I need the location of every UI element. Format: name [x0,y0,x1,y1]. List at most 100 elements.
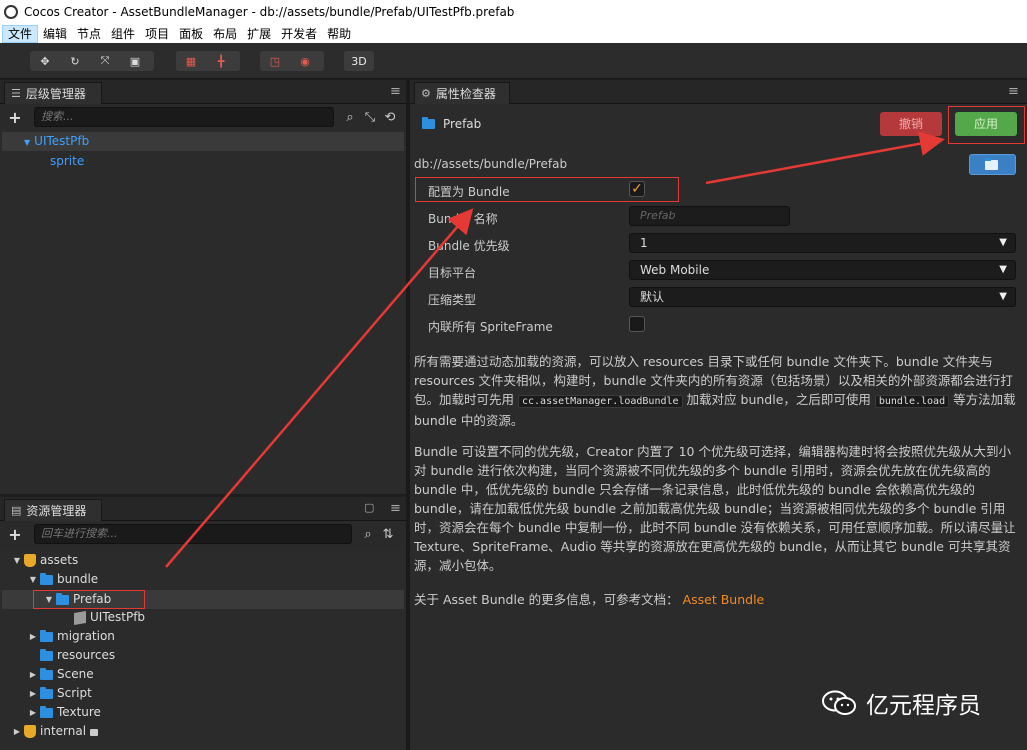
global-icon[interactable]: ╋ [206,51,236,71]
hierarchy-tree: ▼ UITestPfb sprite [0,130,406,494]
chevron-down-icon: ▼ [999,291,1007,302]
add-node-icon[interactable]: + [4,108,26,127]
folder-icon [40,705,53,718]
menu-panel[interactable]: 面板 [174,25,208,43]
hierarchy-tab-label: 层级管理器 [25,87,86,101]
menu-project[interactable]: 项目 [140,25,174,43]
compression-value: 默认 [640,290,665,304]
transform-tools: ✥ ↻ ⤧ ▣ [30,51,154,71]
assets-menu-icon[interactable]: ≡ [390,501,401,516]
platform-value: Web Mobile [640,263,710,277]
database-icon [24,725,36,738]
search-icon[interactable]: ⌕ [340,110,360,125]
asset-uitestpfb[interactable]: UITestPfb [72,608,145,627]
chevron-down-icon: ▼ [999,237,1007,248]
menu-help[interactable]: 帮助 [322,25,356,43]
node-root[interactable]: ▼ UITestPfb [24,132,89,151]
local-icon[interactable]: ◉ [290,51,320,71]
folder-icon [422,117,435,129]
inspector-header: Prefab [420,117,481,131]
gear-icon: ⚙ [421,87,431,100]
asset-assets[interactable]: ▼ assets [12,551,78,570]
panel-menu-icon[interactable]: ≡ [390,84,401,99]
rect-tool-icon[interactable]: ▣ [120,51,150,71]
hierarchy-search-input[interactable]: 搜索... [34,107,334,127]
asset-name: Prefab [443,117,482,131]
platform-label: 目标平台 [428,266,477,280]
menu-node[interactable]: 节点 [72,25,106,43]
node-sprite[interactable]: sprite [50,152,84,171]
pivot-tools: ▦ ╋ [176,51,240,71]
pivot-icon[interactable]: ▦ [176,51,206,71]
bundle-name-input[interactable]: Prefab [629,206,790,226]
platform-select[interactable]: Web Mobile ▼ [629,260,1016,280]
lock-icon [90,729,99,736]
snap-icon[interactable]: ◳ [260,51,290,71]
menu-component[interactable]: 组件 [106,25,140,43]
search-icon[interactable]: ⌕ [358,527,378,542]
tab-hierarchy[interactable]: ☰ 层级管理器 [4,82,102,104]
asset-texture[interactable]: ▶ Texture [28,703,101,722]
hierarchy-tabbar: ☰ 层级管理器 ≡ [0,80,406,104]
assets-tab-label: 资源管理器 [26,504,87,518]
folder-icon [40,667,53,680]
asset-resources[interactable]: resources [38,646,115,665]
menu-bar: 文件 编辑 节点 组件 项目 面板 布局 扩展 开发者 帮助 [0,24,1027,43]
cocos-logo-icon [4,5,18,19]
prefab-icon [74,610,86,625]
menu-extension[interactable]: 扩展 [242,25,276,43]
folder-open-icon [985,158,998,170]
refresh-icon[interactable]: ⟲ [380,110,400,125]
revert-button[interactable]: 撤销 [880,112,942,136]
hierarchy-search-row: + 搜索... ⌕ ⤡ ⟲ [0,104,406,130]
asset-migration[interactable]: ▶ migration [28,627,115,646]
inspector-tab-label: 属性检查器 [435,87,496,101]
compression-select[interactable]: 默认 ▼ [629,287,1016,307]
wechat-icon [822,690,856,715]
menu-edit[interactable]: 编辑 [38,25,72,43]
gizmo-tools: ◳ ◉ [260,51,324,71]
mode-3d: 3D [344,51,374,71]
asset-bundle[interactable]: ▼ bundle [28,570,98,589]
collapse-icon[interactable]: ⤡ [360,110,380,125]
rotate-tool-icon[interactable]: ↻ [60,51,90,71]
inspector-menu-icon[interactable]: ≡ [1008,84,1019,99]
folder-icon [40,648,53,661]
watermark: 亿元程序员 [822,686,981,720]
sort-icon[interactable]: ⇅ [378,527,398,542]
code-load-bundle: cc.assetManager.loadBundle [518,395,683,408]
priority-value: 1 [640,236,648,250]
asset-script[interactable]: ▶ Script [28,684,92,703]
bundle-description-2: Bundle 可设置不同的优先级，Creator 内置了 10 个优先级可选择，… [414,444,1016,573]
scale-tool-icon[interactable]: ⤧ [90,51,120,71]
move-tool-icon[interactable]: ✥ [30,51,60,71]
tab-inspector[interactable]: ⚙ 属性检查器 [414,82,510,104]
chevron-down-icon: ▼ [999,264,1007,275]
asset-bundle-doc-link[interactable]: Asset Bundle [683,592,765,607]
folder-icon [40,629,53,642]
priority-label: Bundle 优先级 [428,239,510,253]
bundle-name-label: Bundle 名称 [428,212,498,226]
menu-file[interactable]: 文件 [2,24,39,43]
tab-assets[interactable]: ▤ 资源管理器 [4,499,102,521]
assets-search-input[interactable]: 回车进行搜索... [34,524,352,544]
annotation-box-prefab [33,590,145,609]
create-asset-icon[interactable]: + [4,525,26,544]
inline-spriteframe-checkbox[interactable] [629,316,645,332]
asset-internal[interactable]: ▶ internal [12,722,99,741]
maximize-icon[interactable]: ▢ [364,501,374,514]
inline-spriteframe-label: 内联所有 SpriteFrame [428,320,553,334]
watermark-text: 亿元程序员 [866,693,981,719]
menu-layout[interactable]: 布局 [208,25,242,43]
database-icon [24,554,36,567]
priority-select[interactable]: 1 ▼ [629,233,1016,253]
asset-scene[interactable]: ▶ Scene [28,665,94,684]
mode-3d-button[interactable]: 3D [344,51,374,71]
compression-label: 压缩类型 [428,293,477,307]
open-folder-button[interactable] [969,154,1016,175]
menu-developer[interactable]: 开发者 [276,25,322,43]
code-bundle-load: bundle.load [874,395,950,408]
folder-icon [40,686,53,699]
annotation-box-apply [948,106,1025,144]
annotation-box-bundle [415,177,679,202]
